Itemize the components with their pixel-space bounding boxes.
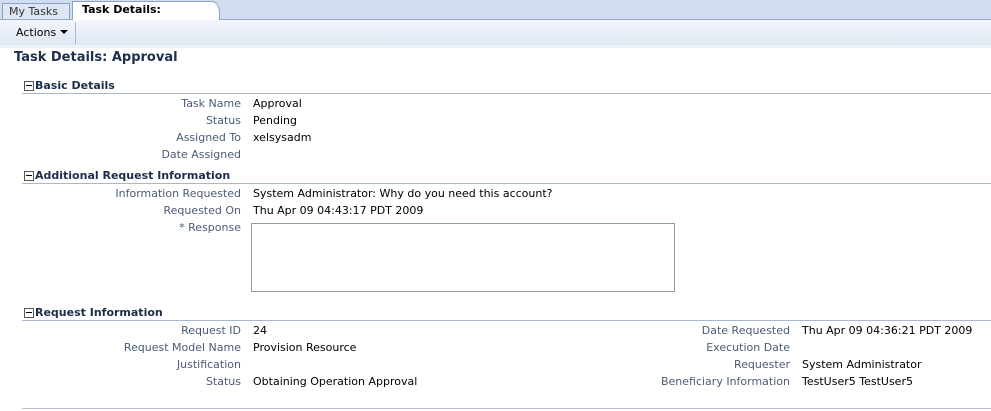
tab-task-details[interactable]: Task Details: Approval: [72, 1, 220, 32]
tab-my-tasks[interactable]: My Tasks: [2, 3, 70, 19]
information-requested-label: Information Requested: [115, 187, 241, 200]
section-request-information: Request Information: [22, 306, 991, 321]
response-label: * Response: [179, 221, 241, 234]
beneficiary-information-value: TestUser5 TestUser5: [802, 375, 913, 388]
request-model-name-value: Provision Resource: [253, 341, 357, 354]
assigned-to-label: Assigned To: [176, 131, 241, 144]
requester-label: Requester: [734, 358, 790, 371]
request-id-label: Request ID: [181, 324, 241, 337]
response-textarea[interactable]: [251, 223, 675, 292]
assigned-to-value: xelsysadm: [253, 131, 312, 144]
page-title: Task Details: Approval: [14, 50, 178, 65]
request-model-name-label: Request Model Name: [123, 341, 241, 354]
collapse-icon[interactable]: [24, 308, 34, 318]
task-name-label: Task Name: [181, 97, 241, 110]
collapse-icon[interactable]: [24, 81, 34, 91]
chevron-down-icon: [60, 30, 69, 34]
section-title: Basic Details: [35, 79, 115, 92]
toolbar-bottom-strip: [0, 45, 991, 48]
section-additional-request-info: Additional Request Information: [22, 169, 991, 184]
request-id-value: 24: [253, 324, 267, 337]
requested-on-label: Requested On: [163, 204, 241, 217]
toolbar-divider: [75, 22, 76, 44]
actions-label: Actions: [16, 26, 57, 39]
request-status-label: Status: [205, 375, 241, 388]
section-bottom-divider: [22, 408, 991, 409]
response-label-text: Response: [188, 221, 241, 234]
required-marker: *: [179, 221, 185, 234]
status-value: Pending: [253, 114, 297, 127]
execution-date-label: Execution Date: [706, 341, 790, 354]
information-requested-value: System Administrator: Why do you need th…: [253, 187, 553, 200]
toolbar: Actions: [0, 20, 991, 46]
requester-value: System Administrator: [802, 358, 922, 371]
actions-menu-button[interactable]: Actions: [8, 23, 75, 42]
requested-on-value: Thu Apr 09 04:43:17 PDT 2009: [253, 204, 424, 217]
tab-strip: My Tasks Task Details: Approval: [0, 0, 991, 32]
date-assigned-label: Date Assigned: [161, 148, 241, 161]
collapse-icon[interactable]: [24, 171, 34, 181]
justification-label: Justification: [176, 358, 241, 371]
date-requested-value: Thu Apr 09 04:36:21 PDT 2009: [802, 324, 973, 337]
section-title: Additional Request Information: [35, 169, 231, 182]
section-title: Request Information: [35, 306, 163, 319]
task-name-value: Approval: [253, 97, 302, 110]
status-label: Status: [205, 114, 241, 127]
beneficiary-information-label: Beneficiary Information: [660, 375, 790, 388]
section-basic-details: Basic Details: [22, 79, 991, 94]
request-status-value: Obtaining Operation Approval: [253, 375, 418, 388]
date-requested-label: Date Requested: [701, 324, 790, 337]
